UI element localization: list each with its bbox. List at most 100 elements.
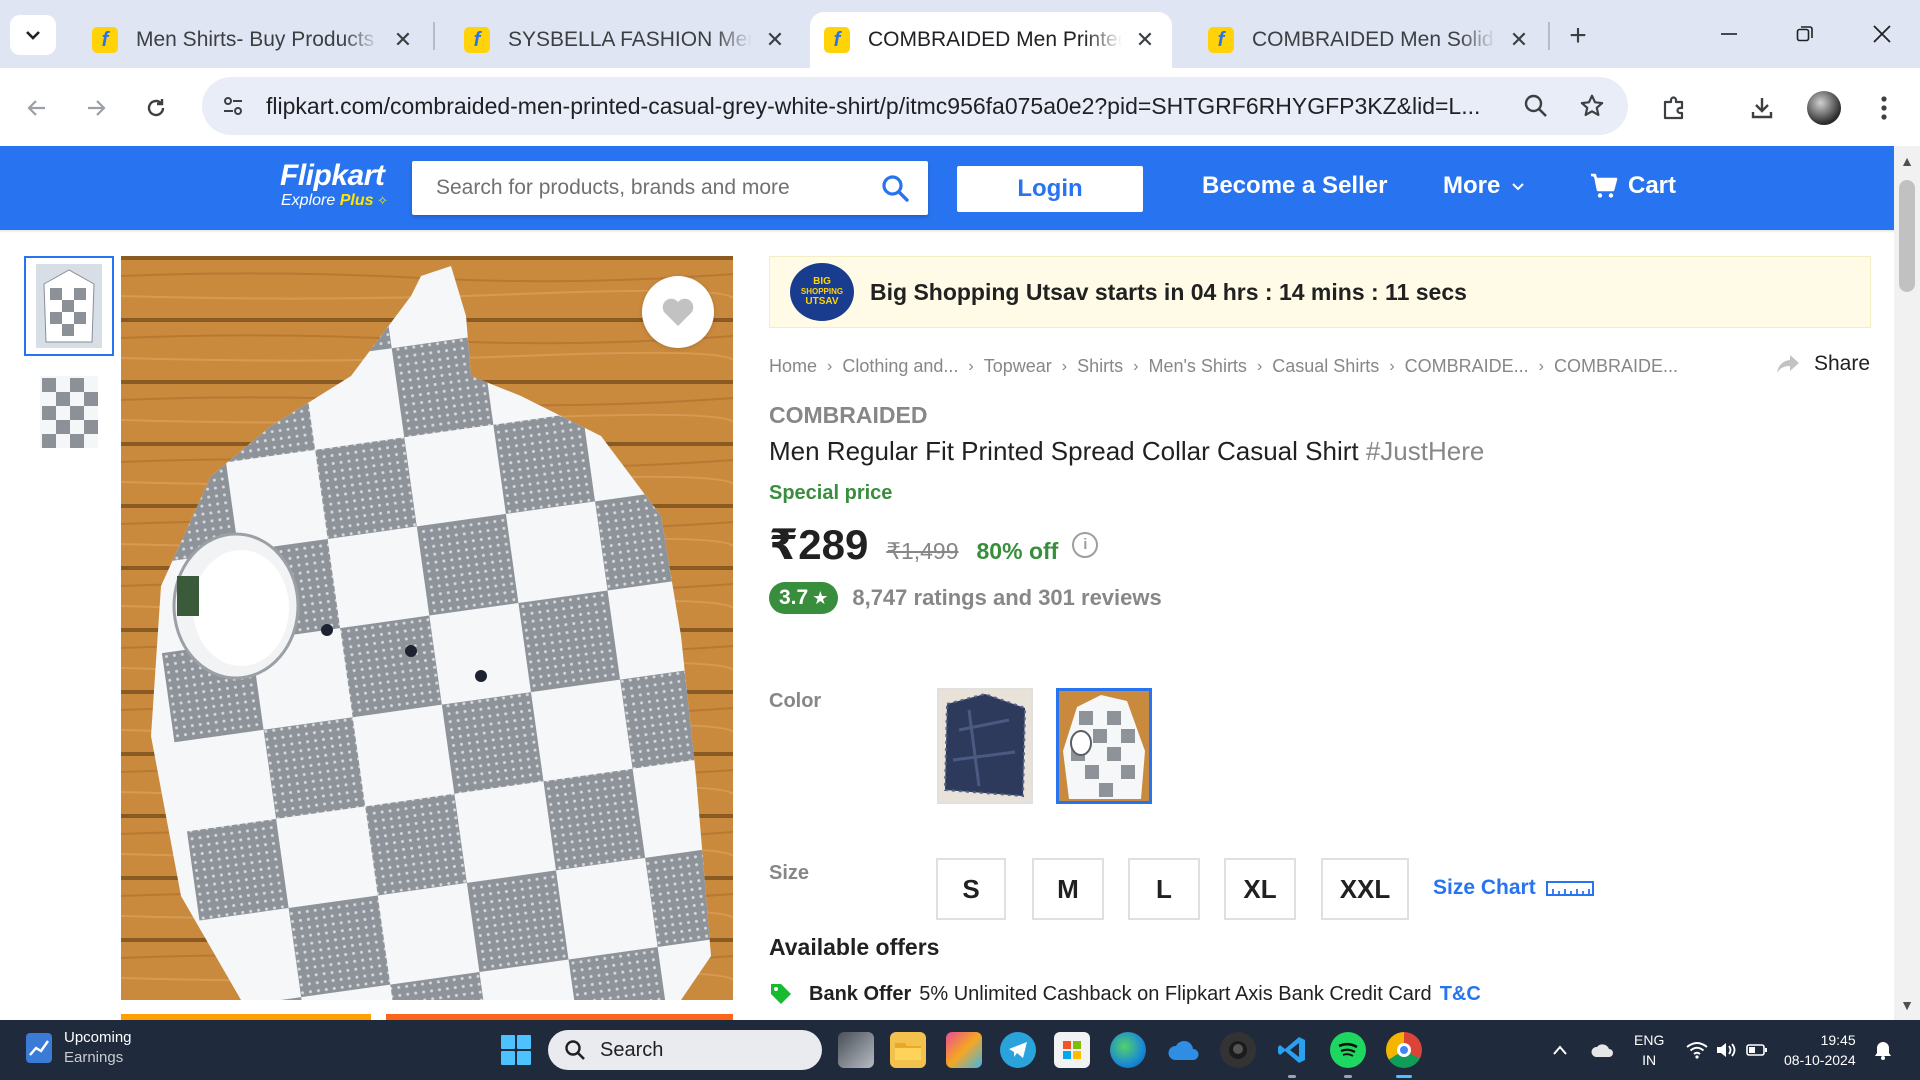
brand-name[interactable]: COMBRAIDED: [769, 402, 927, 429]
close-tab-icon[interactable]: ✕: [762, 27, 788, 53]
price-row: ₹289 ₹1,499 80% off i: [769, 520, 1099, 569]
taskbar-search[interactable]: Search: [548, 1030, 822, 1070]
breadcrumb-brand[interactable]: COMBRAIDE...: [1405, 356, 1529, 377]
edge-icon[interactable]: [1110, 1032, 1146, 1068]
ratings-count[interactable]: 8,747 ratings and 301 reviews: [852, 585, 1161, 611]
become-seller-link[interactable]: Become a Seller: [1202, 172, 1387, 200]
back-button[interactable]: [15, 86, 59, 130]
close-tab-icon[interactable]: ✕: [1132, 27, 1158, 53]
color-swatch-navy[interactable]: [937, 688, 1033, 804]
forward-button[interactable]: [74, 86, 118, 130]
zoom-button[interactable]: [1514, 84, 1558, 128]
product-search-box: [412, 161, 928, 215]
breadcrumb-mens-shirts[interactable]: Men's Shirts: [1148, 356, 1246, 377]
original-price: ₹1,499: [886, 538, 959, 564]
widgets-button[interactable]: Upcoming Earnings: [26, 1028, 132, 1068]
extensions-button[interactable]: [1652, 86, 1696, 130]
wishlist-button[interactable]: [642, 276, 714, 348]
telegram-icon[interactable]: [1000, 1032, 1036, 1068]
size-option-xxl[interactable]: XXL: [1321, 858, 1409, 920]
size-chart-link[interactable]: Size Chart: [1433, 876, 1594, 900]
tab-men-shirts[interactable]: f Men Shirts- Buy Products Online at Bes…: [78, 12, 430, 68]
product-main-image[interactable]: [121, 256, 733, 1000]
product-thumbnail-2[interactable]: [24, 360, 114, 460]
flipkart-logo[interactable]: Flipkart Explore Plus ✧: [280, 160, 388, 210]
new-tab-button[interactable]: +: [1558, 16, 1598, 56]
logo-wordmark: Flipkart: [280, 159, 385, 192]
login-button[interactable]: Login: [957, 166, 1143, 212]
size-option-s[interactable]: S: [936, 858, 1006, 920]
address-bar[interactable]: flipkart.com/combraided-men-printed-casu…: [202, 77, 1628, 135]
special-price-label: Special price: [769, 482, 893, 504]
search-input[interactable]: [436, 176, 876, 200]
more-menu[interactable]: More: [1443, 172, 1526, 200]
browser-menu-button[interactable]: [1862, 86, 1906, 130]
shirt-photo: [121, 256, 733, 1000]
size-option-l[interactable]: L: [1128, 858, 1200, 920]
share-button[interactable]: Share: [1776, 352, 1870, 376]
grey-white-shirt-swatch-image: [1059, 691, 1149, 801]
scrollbar-thumb[interactable]: [1899, 180, 1915, 292]
product-thumbnail-1[interactable]: [24, 256, 114, 356]
breadcrumb-shirts[interactable]: Shirts: [1077, 356, 1123, 377]
github-icon[interactable]: [1220, 1032, 1256, 1068]
color-swatch-grey-white[interactable]: [1056, 688, 1152, 804]
url-text[interactable]: flipkart.com/combraided-men-printed-casu…: [266, 93, 1496, 120]
start-button[interactable]: [501, 1035, 531, 1065]
page-scrollbar[interactable]: ▲ ▼: [1894, 146, 1920, 1020]
close-icon: [1873, 25, 1891, 43]
scroll-up-arrow-icon[interactable]: ▲: [1894, 148, 1920, 174]
show-hidden-icons-button[interactable]: [1552, 1020, 1568, 1080]
file-explorer-icon[interactable]: [890, 1032, 926, 1068]
copilot-icon[interactable]: [946, 1032, 982, 1068]
minimize-button[interactable]: [1701, 14, 1757, 54]
offer-description: 5% Unlimited Cashback on Flipkart Axis B…: [919, 982, 1432, 1005]
size-option-xl[interactable]: XL: [1224, 858, 1296, 920]
breadcrumb-home[interactable]: Home: [769, 356, 817, 377]
volume-icon[interactable]: [1716, 1020, 1738, 1080]
breadcrumb-casual-shirts[interactable]: Casual Shirts: [1272, 356, 1379, 377]
onedrive-tray-icon[interactable]: [1590, 1020, 1614, 1080]
close-tab-icon[interactable]: ✕: [390, 27, 416, 53]
tab-sysbella-shirt[interactable]: f SYSBELLA FASHION Men Printed Casual Sh…: [450, 12, 802, 68]
stock-chart-icon: [26, 1033, 52, 1063]
breadcrumb-clothing[interactable]: Clothing and...: [842, 356, 958, 377]
search-icon[interactable]: [880, 173, 910, 203]
close-window-button[interactable]: [1854, 14, 1910, 54]
share-icon: [1777, 355, 1799, 373]
close-tab-icon[interactable]: ✕: [1506, 27, 1532, 53]
clock[interactable]: 19:45 08-10-2024: [1784, 1020, 1856, 1080]
tab-combraided-solid[interactable]: f COMBRAIDED Men Solid Casual Shirt ✕: [1194, 12, 1546, 68]
spotify-icon[interactable]: [1330, 1032, 1366, 1078]
vscode-icon[interactable]: [1274, 1032, 1310, 1078]
language-indicator[interactable]: ENG IN: [1634, 1020, 1664, 1080]
site-info-button[interactable]: [210, 83, 256, 129]
countdown-text: Big Shopping Utsav starts in 04 hrs : 14…: [870, 278, 1467, 305]
info-icon[interactable]: i: [1072, 531, 1099, 558]
notification-bell-icon[interactable]: [1874, 1020, 1892, 1080]
microsoft-store-icon[interactable]: [1054, 1032, 1090, 1068]
ruler-icon: [1545, 881, 1594, 896]
task-view-icon[interactable]: [838, 1032, 874, 1068]
tab-combraided-printed[interactable]: f COMBRAIDED Men Printed Casual Shirt ✕: [810, 12, 1172, 68]
downloads-button[interactable]: [1740, 86, 1784, 130]
bookmark-button[interactable]: [1570, 84, 1614, 128]
reload-button[interactable]: [134, 86, 178, 130]
size-option-m[interactable]: M: [1032, 858, 1104, 920]
tab-search-button[interactable]: [10, 15, 56, 55]
discount-percent: 80% off: [976, 538, 1059, 564]
tune-icon: [224, 97, 242, 115]
wifi-icon[interactable]: [1686, 1020, 1708, 1080]
chevron-right-icon: ›: [1389, 357, 1395, 375]
onedrive-icon[interactable]: [1166, 1032, 1202, 1068]
scroll-down-arrow-icon[interactable]: ▼: [1894, 992, 1920, 1018]
rating-badge[interactable]: 3.7 ★: [769, 582, 839, 614]
terms-link[interactable]: T&C: [1440, 983, 1481, 1006]
product-hashtag: #JustHere: [1365, 436, 1485, 466]
profile-button[interactable]: [1802, 86, 1846, 130]
chrome-icon[interactable]: [1386, 1032, 1422, 1078]
restore-button[interactable]: [1777, 14, 1833, 54]
breadcrumb-topwear[interactable]: Topwear: [984, 356, 1052, 377]
battery-icon[interactable]: [1746, 1020, 1768, 1080]
cart-link[interactable]: Cart: [1590, 172, 1676, 200]
